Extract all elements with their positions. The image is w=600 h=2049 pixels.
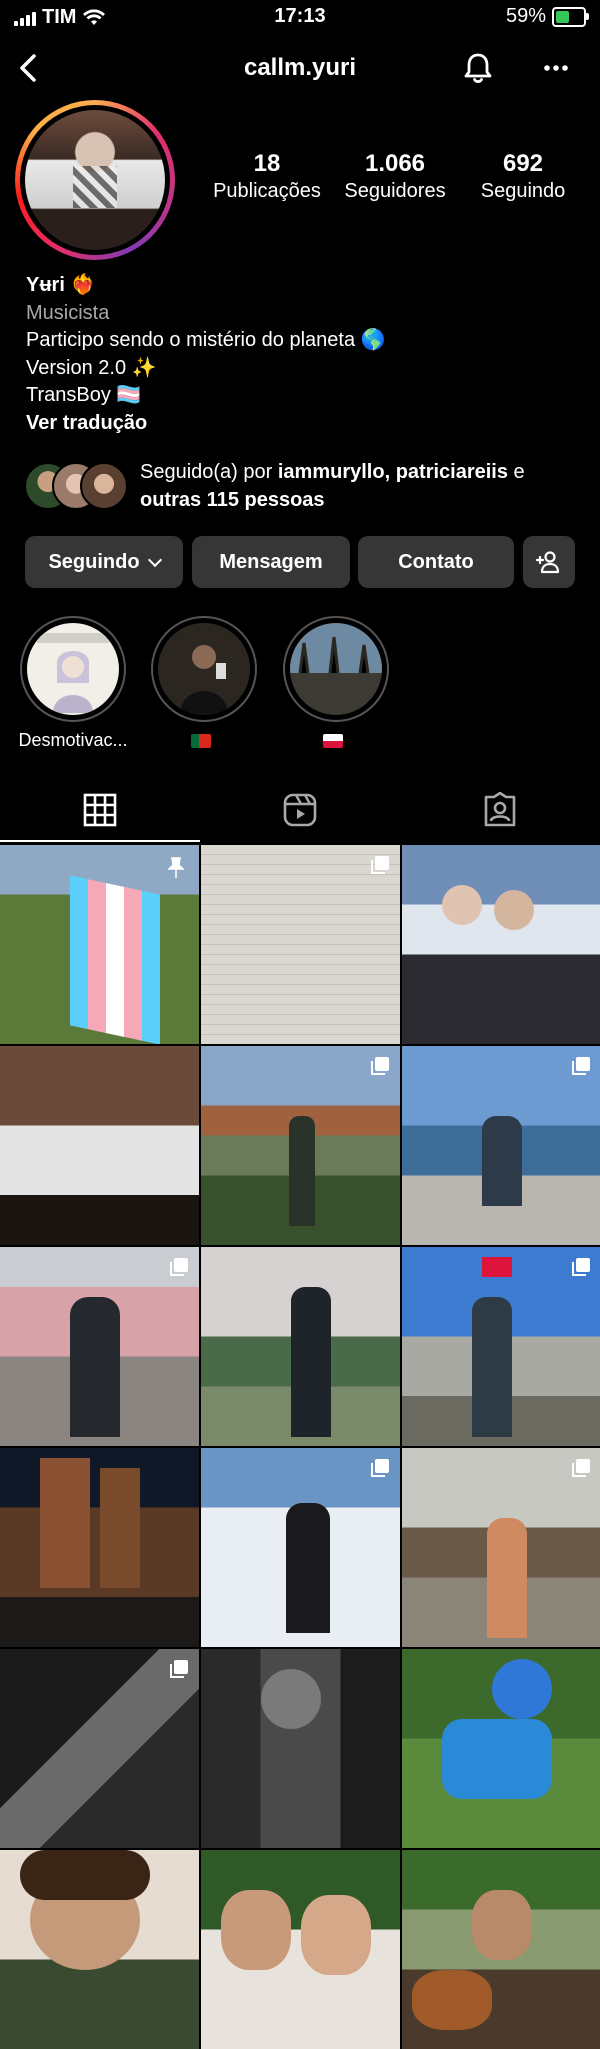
profile-avatar[interactable] xyxy=(15,100,175,260)
post-thumbnail[interactable] xyxy=(402,1448,600,1647)
person-icon xyxy=(158,623,250,715)
followed-by[interactable]: Seguido(a) por iammuryllo, patriciareiis… xyxy=(24,458,584,514)
followed-by-text: Seguido(a) por iammuryllo, patriciareiis… xyxy=(140,458,580,514)
post-thumbnail[interactable] xyxy=(402,1850,600,2049)
multi-post-icon xyxy=(572,1057,590,1075)
mutual-followers-avatars xyxy=(24,462,134,510)
following-button-label: Seguindo xyxy=(48,550,140,573)
status-bar: TIM 17:13 59% xyxy=(0,0,600,34)
pin-icon xyxy=(167,857,185,878)
followers-label: Seguidores xyxy=(344,180,446,202)
post-thumbnail[interactable] xyxy=(402,1046,600,1245)
contact-button[interactable]: Contato xyxy=(358,536,514,588)
message-button[interactable]: Mensagem xyxy=(192,536,350,588)
highlight-label: 🇵🇹 xyxy=(139,730,269,751)
avatar xyxy=(80,462,128,510)
reels-icon xyxy=(283,793,317,827)
portugal-flag-icon xyxy=(191,734,212,749)
posts-count: 18 xyxy=(253,150,281,177)
post-thumbnail[interactable] xyxy=(0,1649,199,1848)
profile-header: callm.yuri xyxy=(0,40,600,96)
post-thumbnail[interactable] xyxy=(0,1448,199,1647)
post-thumbnail[interactable] xyxy=(201,845,400,1044)
multi-post-icon xyxy=(572,1459,590,1477)
profile-category: Musicista xyxy=(26,301,110,324)
following-count: 692 xyxy=(502,150,544,177)
battery-status: 59% xyxy=(505,5,589,28)
multi-post-icon xyxy=(170,1258,188,1276)
tagged-icon xyxy=(484,792,516,827)
posts-grid xyxy=(0,845,600,2049)
highlight-desmotivacao[interactable]: Desmotivac... xyxy=(8,616,138,751)
mutual-others: outras 115 pessoas xyxy=(140,489,325,511)
heart-fire-emoji: ❤️‍🔥 xyxy=(70,274,96,296)
stat-posts[interactable]: 18 Publicações xyxy=(202,150,332,204)
suggest-people-button[interactable] xyxy=(523,536,575,588)
post-thumbnail[interactable] xyxy=(402,845,600,1044)
post-thumbnail[interactable] xyxy=(0,1247,199,1446)
post-thumbnail[interactable] xyxy=(201,1046,400,1245)
multi-post-icon xyxy=(371,1459,389,1477)
highlight-portugal[interactable]: 🇵🇹 xyxy=(139,616,269,751)
highlight-label: 🇵🇱 xyxy=(271,730,401,751)
tab-tagged[interactable] xyxy=(400,776,600,844)
tab-posts-grid[interactable] xyxy=(0,776,200,844)
followed-by-conj: e xyxy=(507,461,525,483)
profile-bio: Yʉri ❤️‍🔥 Musicista Participo sendo o mi… xyxy=(26,272,586,437)
chevron-down-icon xyxy=(147,552,162,567)
battery-percent: 59% xyxy=(505,5,546,27)
posts-label: Publicações xyxy=(213,180,321,202)
post-thumbnail[interactable] xyxy=(0,1046,199,1245)
following-label: Seguindo xyxy=(480,180,566,202)
poland-flag-icon xyxy=(323,734,344,749)
bio-line: TransBoy 🏳️‍⚧️ xyxy=(26,384,142,406)
bio-line: Participo sendo o mistério do planeta 🌎 xyxy=(26,329,386,351)
active-tab-indicator xyxy=(0,840,200,842)
add-person-icon xyxy=(535,551,560,574)
stat-followers[interactable]: 1.066 Seguidores xyxy=(330,150,460,204)
contact-button-label: Contato xyxy=(398,550,474,573)
multi-post-icon xyxy=(371,1057,389,1075)
see-translation-link[interactable]: Ver tradução xyxy=(26,410,586,438)
multi-post-icon xyxy=(170,1660,188,1678)
bell-icon[interactable] xyxy=(460,50,496,86)
mutual-names: iammuryllo, patriciareiis xyxy=(277,461,508,483)
post-thumbnail[interactable] xyxy=(0,1850,199,2049)
tab-reels[interactable] xyxy=(200,776,400,844)
multi-post-icon xyxy=(572,1258,590,1276)
post-thumbnail[interactable] xyxy=(0,845,199,1044)
display-name: Yʉri xyxy=(26,274,65,296)
profile-tabs xyxy=(0,776,600,844)
profile-username: callm.yuri xyxy=(243,54,357,81)
followers-count: 1.066 xyxy=(364,150,426,177)
stat-following[interactable]: 692 Seguindo xyxy=(458,150,588,204)
post-thumbnail[interactable] xyxy=(402,1247,600,1446)
post-thumbnail[interactable] xyxy=(201,1247,400,1446)
bio-line: Version 2.0 ✨ xyxy=(26,356,157,379)
followed-by-prefix: Seguido(a) por xyxy=(140,461,278,483)
more-icon[interactable] xyxy=(538,50,574,86)
following-button[interactable]: Seguindo xyxy=(25,536,183,588)
highlight-poland[interactable]: 🇵🇱 xyxy=(271,616,401,751)
grid-icon xyxy=(83,793,117,827)
post-thumbnail[interactable] xyxy=(201,1448,400,1647)
message-button-label: Mensagem xyxy=(219,550,323,573)
multi-post-icon xyxy=(371,856,389,874)
profile-stats: 18 Publicações 1.066 Seguidores 692 Segu… xyxy=(200,150,600,210)
post-thumbnail[interactable] xyxy=(201,1850,400,2049)
highlight-label: Desmotivac... xyxy=(18,730,128,750)
cartoon-icon xyxy=(37,633,109,713)
post-thumbnail[interactable] xyxy=(402,1649,600,1848)
battery-icon xyxy=(552,6,589,27)
park-icon xyxy=(290,623,382,715)
post-thumbnail[interactable] xyxy=(201,1649,400,1848)
bio-name-row: Yʉri ❤️‍🔥 xyxy=(26,272,586,300)
